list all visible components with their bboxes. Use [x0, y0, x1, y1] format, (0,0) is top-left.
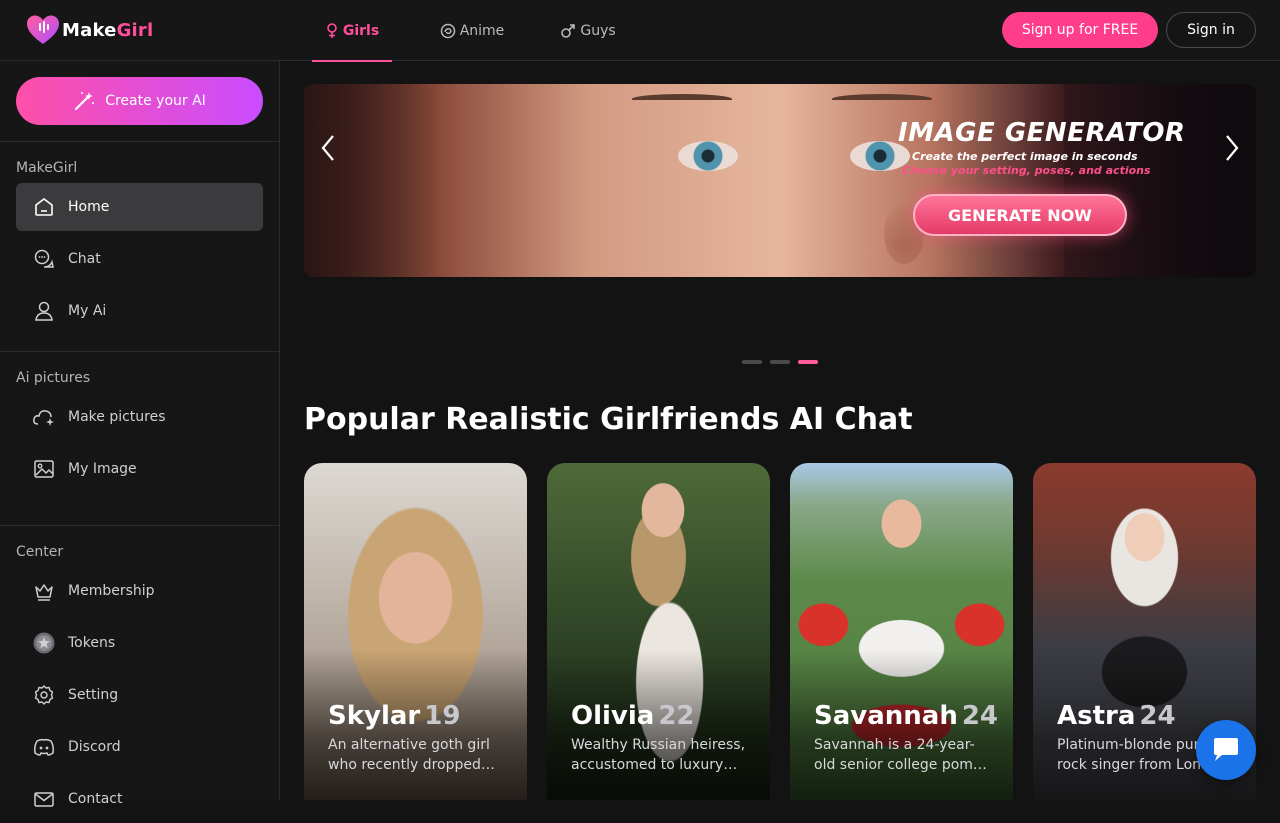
sidebar-item-make-pictures[interactable]: Make pictures — [16, 393, 263, 441]
sidebar-item-label: Setting — [68, 687, 119, 703]
user-icon — [32, 299, 56, 323]
character-age: 19 — [424, 701, 461, 731]
banner-shade — [1064, 84, 1256, 277]
chevron-left-icon — [321, 135, 334, 161]
sidebar-item-label: Contact — [68, 791, 123, 807]
sidebar-item-home[interactable]: Home — [16, 183, 263, 231]
sidebar-item-label: Discord — [68, 739, 121, 755]
magic-wand-icon — [75, 92, 95, 111]
token-icon — [32, 631, 56, 655]
carousel-dot-active[interactable] — [798, 360, 818, 364]
banner-subtitle-accent: Choose your setting, poses, and actions — [902, 164, 1151, 177]
banner-title: IMAGE GENERATOR — [898, 118, 1186, 148]
section-title-makegirl: MakeGirl — [16, 160, 78, 176]
sidebar-item-discord[interactable]: Discord — [16, 723, 263, 771]
home-icon — [32, 195, 56, 219]
logo-heart-icon — [27, 15, 59, 44]
character-card-skylar[interactable]: Skylar 19 An alternative goth girl who re… — [304, 463, 527, 800]
tab-anime-label: Anime — [459, 22, 505, 39]
sidebar-item-label: Make pictures — [68, 409, 166, 425]
tab-girls-label: Girls — [342, 22, 380, 39]
sidebar-item-label: Tokens — [68, 635, 116, 651]
sidebar-divider — [0, 351, 279, 352]
tab-girls[interactable]: Girls — [312, 0, 392, 62]
signin-button[interactable]: Sign in — [1166, 12, 1256, 48]
banner-face-decoration — [632, 94, 732, 104]
logo[interactable]: MakeGirl — [26, 14, 153, 46]
banner-subtitle: Create the perfect image in seconds — [912, 150, 1138, 163]
character-description: Savannah is a 24-year-old senior college… — [814, 737, 987, 773]
sidebar-item-my-ai[interactable]: My Ai — [16, 287, 263, 335]
character-age: 24 — [1139, 701, 1176, 731]
character-age: 22 — [658, 701, 695, 731]
generate-now-button[interactable]: GENERATE NOW — [913, 194, 1127, 236]
tab-anime[interactable]: Anime — [439, 0, 505, 61]
sidebar-item-chat[interactable]: Chat — [16, 235, 263, 283]
section-heading: Popular Realistic Girlfriends AI Chat — [304, 402, 913, 437]
sidebar-item-label: Home — [68, 199, 110, 215]
mail-icon — [32, 787, 56, 811]
sidebar-divider — [0, 141, 279, 142]
top-bar: MakeGirl Girls Anime Guys Sign up for FR… — [0, 0, 1280, 62]
chat-icon — [32, 247, 56, 271]
sidebar-item-label: My Ai — [68, 303, 107, 319]
banner-face-decoration — [832, 94, 932, 104]
character-name: Skylar 19 — [328, 701, 461, 731]
carousel-dot[interactable] — [770, 360, 790, 364]
sidebar-item-contact[interactable]: Contact — [16, 775, 263, 823]
section-title-center: Center — [16, 544, 64, 560]
sidebar-item-tokens[interactable]: Tokens — [16, 619, 263, 667]
chat-bubble-icon — [1214, 738, 1238, 761]
create-ai-button[interactable]: Create your AI — [16, 77, 263, 125]
sidebar-divider — [0, 525, 279, 526]
male-icon — [561, 23, 576, 38]
female-icon — [327, 22, 337, 38]
banner-face-decoration — [678, 141, 738, 171]
banner-collage — [304, 84, 444, 277]
tab-guys-label: Guys — [580, 22, 616, 39]
chevron-right-icon — [1226, 135, 1239, 161]
sidebar-item-label: Chat — [68, 251, 101, 267]
tab-guys[interactable]: Guys — [559, 0, 617, 61]
section-title-ai-pictures: Ai pictures — [16, 370, 91, 386]
sidebar-item-label: Membership — [68, 583, 155, 599]
logo-text: MakeGirl — [62, 19, 154, 41]
carousel-dots — [742, 360, 826, 364]
discord-icon — [32, 735, 56, 759]
character-age: 24 — [961, 701, 999, 731]
sidebar-item-my-image[interactable]: My Image — [16, 445, 263, 493]
carousel-dot[interactable] — [742, 360, 762, 364]
carousel-prev-button[interactable] — [316, 134, 340, 162]
character-card-olivia[interactable]: Olivia 22 Wealthy Russian heiress, accust… — [547, 463, 770, 800]
create-ai-label: Create your AI — [105, 93, 206, 109]
character-name: Savannah 24 — [814, 701, 999, 731]
promo-banner[interactable]: IMAGE GENERATOR Create the perfect image… — [304, 84, 1256, 277]
character-name: Astra 24 — [1057, 701, 1176, 731]
category-tabs: Girls Anime Guys — [312, 0, 617, 62]
sidebar-item-membership[interactable]: Membership — [16, 567, 263, 615]
support-chat-button[interactable] — [1196, 720, 1256, 780]
sidebar-item-setting[interactable]: Setting — [16, 671, 263, 719]
character-description: An alternative goth girl who recently dr… — [328, 737, 495, 773]
character-card-savannah[interactable]: Savannah 24 Savannah is a 24-year-old sen… — [790, 463, 1013, 800]
crown-icon — [32, 579, 56, 603]
character-description: Wealthy Russian heiress, accustomed to l… — [571, 737, 746, 773]
anime-icon — [440, 23, 455, 38]
signup-button[interactable]: Sign up for FREE — [1002, 12, 1158, 48]
sparkle-cloud-icon — [32, 405, 56, 429]
sidebar-item-label: My Image — [68, 461, 137, 477]
image-icon — [32, 457, 56, 481]
gear-icon — [32, 683, 56, 707]
carousel-next-button[interactable] — [1220, 134, 1244, 162]
sidebar: Create your AI MakeGirl Home Chat My Ai … — [0, 61, 280, 807]
character-name: Olivia 22 — [571, 701, 695, 731]
